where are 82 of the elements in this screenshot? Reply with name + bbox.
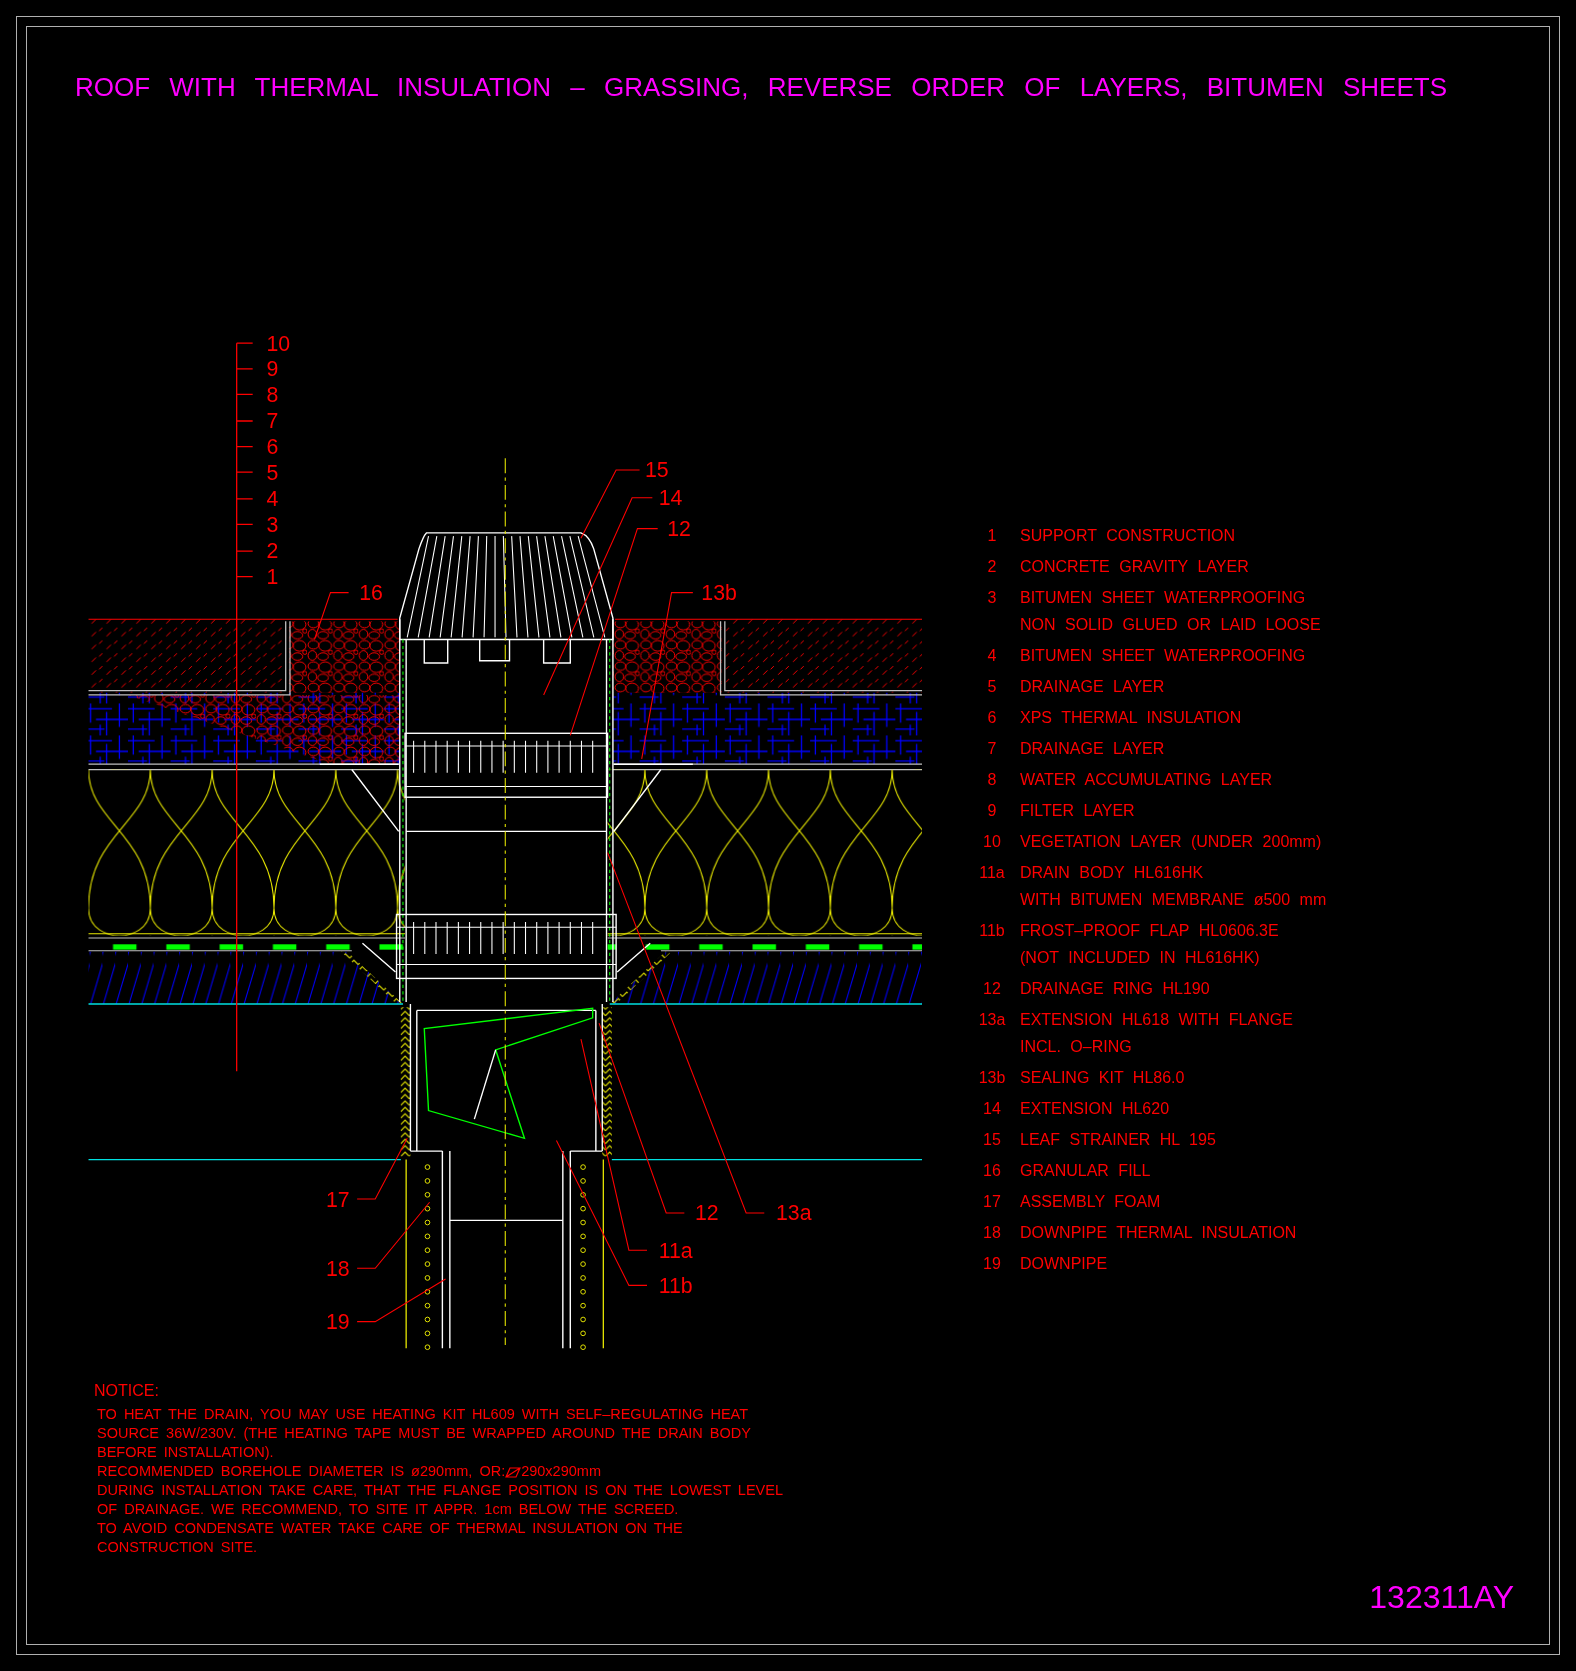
legend-text: BITUMEN SHEET WATERPROOFING — [1020, 646, 1306, 666]
legend-text: EXTENSION HL620 — [1020, 1099, 1170, 1119]
callout-label: 18 — [325, 1256, 350, 1281]
legend-number: 3 — [986, 588, 998, 608]
legend-number: 16 — [982, 1161, 1002, 1181]
legend-text: FILTER LAYER — [1020, 801, 1135, 821]
legend-number: 11a — [978, 863, 1006, 883]
legend-number: 6 — [986, 708, 998, 728]
scale-label: 7 — [266, 409, 279, 434]
legend-text: CONCRETE GRAVITY LAYER — [1020, 557, 1249, 577]
drawing-title: ROOF WITH THERMAL INSULATION – GRASSING, REVERSE ORDER OF LAYERS, BITUMEN SHEETS — [74, 71, 1448, 104]
callout-label: 13b — [701, 581, 737, 606]
legend-text: DRAINAGE LAYER — [1020, 739, 1165, 759]
legend-text: WATER ACCUMULATING LAYER — [1020, 770, 1273, 790]
scale-label: 3 — [266, 512, 279, 537]
callout-label: 13a — [776, 1201, 812, 1226]
legend-text: DOWNPIPE THERMAL INSULATION — [1020, 1223, 1297, 1243]
legend-number: 18 — [982, 1223, 1002, 1243]
legend-number: 9 — [986, 801, 998, 821]
callout-label: 12 — [695, 1201, 719, 1226]
callout-label: 19 — [325, 1310, 350, 1335]
notice-text: RECOMMENDED BOREHOLE DIAMETER IS ø290mm, OR: — [97, 1462, 506, 1481]
notice-text: TO HEAT THE DRAIN, YOU MAY USE HEATING KIT HL609 WITH SELF–REGULATING HEAT — [96, 1405, 750, 1424]
legend-text: BITUMEN SHEET WATERPROOFING — [1020, 588, 1307, 608]
callout-label: 11a — [658, 1238, 693, 1263]
legend-text: SEALING KIT HL86.0 — [1020, 1068, 1185, 1088]
callout-label: 11b — [658, 1273, 693, 1298]
callout-label: 16 — [359, 581, 383, 606]
legend-number: 2 — [986, 557, 998, 577]
legend-number: 1 — [986, 526, 998, 546]
scale-label: 2 — [266, 539, 279, 564]
notice-heading: NOTICE: — [94, 1381, 160, 1401]
leader-line — [313, 592, 350, 641]
callout-label: 14 — [658, 486, 683, 511]
legend-text: DRAIN BODY HL616HK — [1020, 863, 1205, 883]
legend-number: 13b — [977, 1068, 1007, 1088]
notice-text: 290x290mm — [521, 1462, 601, 1481]
callout-label: 12 — [667, 517, 691, 542]
legend-text: SUPPORT CONSTRUCTION — [1020, 526, 1236, 546]
legend-text: XPS THERMAL INSULATION — [1020, 708, 1242, 728]
legend-text: (NOT INCLUDED IN HL616HK) — [1020, 948, 1261, 968]
legend-text: WITH BITUMEN MEMBRANE ø500 mm — [1020, 890, 1327, 910]
legend-number: 8 — [986, 770, 998, 790]
legend-number: 13a — [977, 1010, 1007, 1030]
legend-text: ASSEMBLY FOAM — [1020, 1192, 1161, 1212]
notice-text: SOURCE 36W/230V. (THE HEATING TAPE MUST BE WRAPPED AROUND THE DRAIN BODY — [96, 1424, 752, 1443]
legend-text: VEGETATION LAYER (UNDER 200mm) — [1020, 832, 1322, 852]
scale-label: 9 — [266, 357, 279, 382]
legend-text: LEAF STRAINER HL 195 — [1020, 1130, 1216, 1150]
callout-label: 17 — [325, 1187, 350, 1212]
legend-number: 17 — [982, 1192, 1002, 1212]
drawing-number: 132311AY — [1369, 1578, 1515, 1617]
notice-text: DURING INSTALLATION TAKE CARE, THAT THE FLANGE POSITION IS ON THE LOWEST LEVEL — [96, 1481, 784, 1500]
scale-label: 6 — [266, 435, 279, 460]
legend-number: 14 — [982, 1099, 1002, 1119]
legend-number: 7 — [986, 739, 998, 759]
square-section-icon — [505, 1465, 522, 1478]
legend-text: DOWNPIPE — [1020, 1254, 1108, 1274]
notice-text: CONSTRUCTION SITE. — [96, 1538, 259, 1557]
legend-text: DRAINAGE LAYER — [1020, 677, 1165, 697]
scale-label: 8 — [266, 382, 279, 407]
scale-label: 5 — [266, 460, 279, 485]
scale-label: 1 — [266, 565, 279, 590]
callout-label: 15 — [644, 458, 669, 483]
legend-number: 15 — [982, 1130, 1002, 1150]
legend-number: 5 — [986, 677, 998, 697]
legend-text: DRAINAGE RING HL190 — [1020, 979, 1210, 999]
legend-number: 11b — [978, 921, 1006, 941]
notice-text: OF DRAINAGE. WE RECOMMEND, TO SITE IT APPR. 1cm BELOW THE SCREED. — [96, 1500, 680, 1519]
legend-text: EXTENSION HL618 WITH FLANGE — [1020, 1010, 1293, 1030]
scale-label: 4 — [266, 487, 279, 512]
legend-text: NON SOLID GLUED OR LAID LOOSE — [1020, 615, 1321, 635]
legend-number: 19 — [982, 1254, 1002, 1274]
legend-text: INCL. O–RING — [1020, 1037, 1133, 1057]
legend-number: 12 — [982, 979, 1002, 999]
legend-text: FROST–PROOF FLAP HL0606.3E — [1020, 921, 1279, 941]
legend-text: GRANULAR FILL — [1020, 1161, 1151, 1181]
scale-label: 10 — [266, 331, 291, 356]
notice-text: BEFORE INSTALLATION). — [96, 1443, 275, 1462]
legend-number: 4 — [986, 646, 998, 666]
legend-number: 10 — [982, 832, 1002, 852]
notice-text: TO AVOID CONDENSATE WATER TAKE CARE OF THERMAL INSULATION ON THE — [96, 1519, 684, 1538]
